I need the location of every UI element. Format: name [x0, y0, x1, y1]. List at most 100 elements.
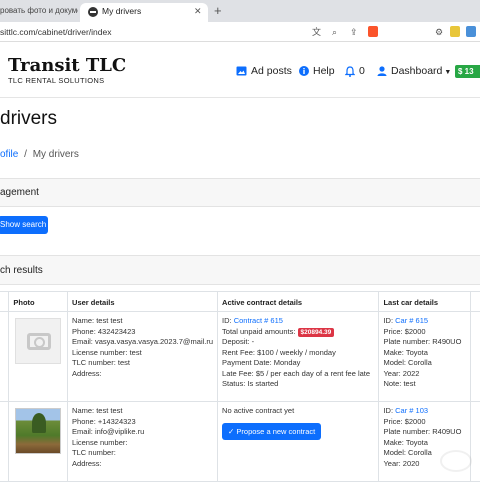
browser-tab-strip: ровать фото и документ My drivers ✕ + — [0, 0, 480, 22]
user-name: Name: test test — [72, 406, 123, 415]
user-license: License number: — [72, 437, 128, 447]
info-icon — [299, 66, 309, 77]
photo-cell — [8, 311, 69, 402]
row-spacer — [0, 401, 10, 482]
breadcrumb-profile-link[interactable]: ofile — [0, 149, 18, 160]
contract-rent-fee: Rent Fee: $100 / weekly / monday — [222, 347, 336, 357]
car-id: ID: Car # 615 — [383, 316, 465, 327]
bell-icon — [345, 66, 355, 77]
table-row: Name: test test Phone: 432423423 Email: … — [0, 311, 480, 402]
new-tab-icon[interactable]: + — [214, 3, 222, 19]
user-address: Address: — [72, 458, 102, 468]
unpaid-label: Total unpaid amounts: — [222, 326, 298, 336]
header-user-details: User details — [67, 291, 219, 312]
show-search-button[interactable]: Show search — [0, 216, 48, 234]
driver-photo-placeholder[interactable] — [15, 318, 62, 364]
table-row: Name: test test Phone: +14324323 Email: … — [0, 401, 480, 482]
user-phone: Phone: +14324323 — [72, 416, 136, 426]
contract-details-cell: No active contract yet ✓ Propose a new c… — [217, 401, 380, 482]
car-make: Make: Toyota — [383, 437, 428, 447]
translate-icon[interactable]: 文 — [312, 26, 321, 38]
extension-pencil-icon[interactable] — [450, 26, 460, 37]
contract-deposit: Deposit: - — [222, 337, 255, 346]
caret-down-icon: ▼ — [444, 69, 452, 76]
browser-tab-active[interactable]: My drivers ✕ — [80, 3, 208, 22]
row-actions-cell — [469, 401, 480, 482]
extension-gear-icon[interactable]: ⚙ — [435, 26, 443, 38]
brave-shield-icon[interactable] — [368, 26, 378, 37]
site-navbar: Transit TLC TLC RENTAL SOLUTIONS Ad post… — [0, 43, 480, 98]
watermark-logo — [440, 450, 472, 472]
car-price: Price: $2000 — [383, 326, 426, 336]
brand-tagline: TLC RENTAL SOLUTIONS — [8, 76, 105, 85]
browser-tab-title: My drivers — [102, 6, 142, 16]
nav-dashboard-dropdown[interactable]: Dashboard ▼ — [377, 64, 451, 80]
results-header — [0, 255, 480, 285]
nav-help[interactable]: Help — [299, 64, 335, 78]
url-field[interactable]: sittlc.com/cabinet/driver/index — [0, 22, 112, 42]
nav-notifications[interactable]: 0 — [345, 64, 365, 78]
tab-close-icon[interactable]: ✕ — [194, 3, 202, 19]
user-address: Address: — [72, 368, 102, 378]
user-email: Email: info@viplike.ru — [72, 427, 145, 436]
breadcrumb-current: My drivers — [32, 149, 79, 160]
user-email: Email: vasya.vasya.vasya.2023.7@mail.ru — [72, 337, 214, 346]
nav-dashboard-label: Dashboard — [391, 65, 443, 77]
management-header — [0, 178, 480, 207]
contract-id-label: ID: — [222, 316, 234, 325]
header-contract-details: Active contract details — [217, 291, 380, 312]
contract-status: Status: Is started — [222, 379, 279, 388]
share-icon[interactable]: ⇪ — [350, 26, 358, 38]
car-id: ID: Car # 103 — [383, 406, 465, 417]
car-plate: Plate number: R409UO — [383, 427, 462, 436]
results-title: ch results — [0, 265, 43, 276]
contract-id: ID: Contract # 615 — [222, 316, 374, 327]
extension-icon[interactable] — [466, 26, 476, 37]
header-car-details: Last car details — [378, 291, 471, 312]
car-note: Note: test — [383, 379, 416, 388]
no-contract-text: No active contract yet — [222, 406, 295, 415]
contract-payment-date: Payment Date: Monday — [222, 358, 301, 367]
contract-unpaid: Total unpaid amounts: $20894.39 — [222, 327, 374, 338]
row-actions-cell — [469, 311, 480, 402]
user-tlc: TLC number: — [72, 448, 116, 457]
management-title: agement — [0, 187, 39, 198]
user-license: License number: test — [72, 347, 142, 357]
propose-contract-label: Propose a new contract — [236, 426, 316, 436]
car-id-label: ID: — [383, 316, 396, 325]
car-price: Price: $2000 — [383, 416, 426, 426]
user-details-cell: Name: test test Phone: 432423423 Email: … — [67, 311, 219, 402]
image-icon — [236, 66, 247, 76]
nav-ad-posts[interactable]: Ad posts — [236, 64, 292, 78]
browser-tab-previous[interactable]: ровать фото и документ — [0, 3, 78, 22]
car-plate: Plate number: R490UO — [383, 337, 462, 346]
breadcrumb: ofile / My drivers — [0, 149, 79, 160]
breadcrumb-separator: / — [24, 149, 27, 160]
balance-badge[interactable]: $ 13 — [455, 65, 480, 78]
page-title: drivers — [0, 108, 58, 129]
nav-help-label: Help — [313, 65, 335, 77]
photo-cell — [8, 401, 69, 482]
contract-late-fee: Late Fee: $5 / per each day of a rent fe… — [222, 368, 371, 378]
header-spacer — [0, 291, 10, 312]
contract-link[interactable]: Contract # 615 — [234, 316, 283, 325]
camera-icon — [27, 333, 52, 350]
zoom-icon[interactable]: ⌕ — [332, 26, 337, 38]
car-make: Make: Toyota — [383, 347, 428, 357]
car-year: Year: 2022 — [383, 368, 420, 378]
car-link[interactable]: Car # 103 — [395, 406, 428, 415]
car-details-cell: ID: Car # 615 Price: $2000 Plate number:… — [378, 311, 471, 402]
propose-contract-button[interactable]: ✓ Propose a new contract — [222, 422, 322, 440]
contract-details-cell: ID: Contract # 615 Total unpaid amounts:… — [217, 311, 380, 402]
site-favicon-icon — [88, 7, 98, 17]
row-spacer — [0, 311, 10, 402]
user-icon — [377, 66, 387, 77]
notifications-count: 0 — [359, 65, 365, 77]
user-tlc: TLC number: test — [72, 358, 130, 367]
car-id-label: ID: — [383, 406, 396, 415]
header-actions — [469, 291, 480, 312]
driver-photo-landscape[interactable] — [15, 408, 62, 454]
brand-logo[interactable]: Transit TLC — [8, 55, 126, 76]
table-header-row: Photo User details Active contract detai… — [0, 291, 480, 312]
car-link[interactable]: Car # 615 — [395, 316, 428, 325]
